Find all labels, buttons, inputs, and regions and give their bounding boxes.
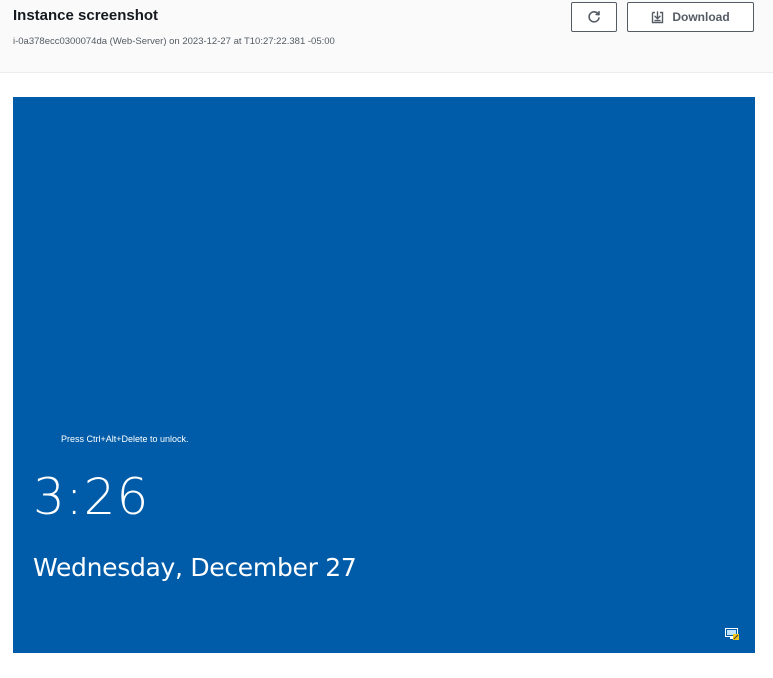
unlock-hint: Press Ctrl+Alt+Delete to unlock. — [61, 434, 189, 444]
download-label: Download — [672, 10, 730, 24]
network-icon — [725, 628, 739, 640]
instance-screenshot-image: Press Ctrl+Alt+Delete to unlock. 3:26 We… — [13, 97, 755, 653]
lock-screen-time: 3:26 — [33, 468, 150, 526]
instance-info: i-0a378ecc0300074da (Web-Server) on 2023… — [13, 36, 335, 47]
page-title: Instance screenshot — [13, 7, 159, 24]
download-icon — [652, 10, 664, 23]
download-button[interactable]: Download — [627, 2, 754, 32]
lock-screen-date: Wednesday, December 27 — [33, 553, 357, 582]
refresh-icon — [588, 10, 600, 23]
refresh-button[interactable] — [571, 2, 617, 32]
screenshot-header: Instance screenshot i-0a378ecc0300074da … — [0, 0, 773, 73]
